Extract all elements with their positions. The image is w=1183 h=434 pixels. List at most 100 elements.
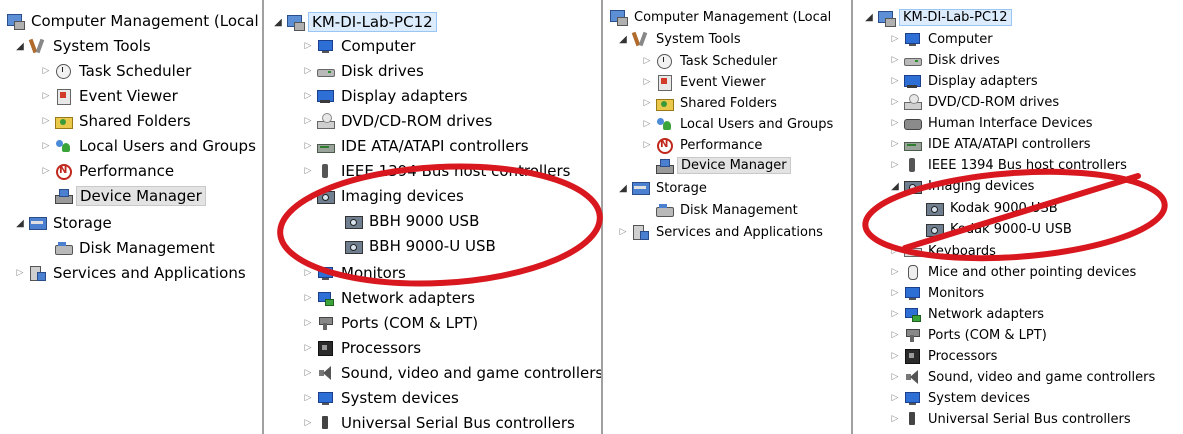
tree-item-shared-folders[interactable]: ▷ Shared Folders bbox=[641, 95, 780, 111]
device-category-mice[interactable]: ▷ Mice and other pointing devices bbox=[889, 264, 1139, 280]
tree-item-device-manager[interactable]: Device Manager bbox=[653, 157, 791, 174]
network-adapter-icon bbox=[903, 306, 921, 322]
device-category-system[interactable]: ▷ System devices bbox=[889, 390, 1033, 406]
device-root[interactable]: ◢ KM-DI-Lab-PC12 bbox=[863, 9, 1012, 27]
device-category-usb[interactable]: ▷ Universal Serial Bus controllers bbox=[302, 414, 578, 432]
tree-item-storage[interactable]: ◢ Storage bbox=[14, 214, 115, 232]
tree-item-shared-folders[interactable]: ▷ Shared Folders bbox=[40, 112, 194, 130]
imaging-device-icon bbox=[344, 213, 363, 229]
computer-management-icon bbox=[6, 13, 25, 30]
collapsed-triangle-icon[interactable]: ▷ bbox=[14, 268, 26, 278]
computer-icon bbox=[316, 38, 334, 54]
tree-root[interactable]: Computer Management (Local bbox=[607, 9, 834, 26]
dvd-drive-icon bbox=[316, 113, 335, 129]
expanded-triangle-icon[interactable]: ◢ bbox=[863, 12, 875, 23]
expanded-triangle-icon[interactable]: ◢ bbox=[14, 41, 26, 52]
device-category-display-adapters[interactable]: ▷ Display adapters bbox=[302, 87, 471, 105]
disk-management-icon bbox=[54, 240, 73, 256]
tree-item-task-scheduler[interactable]: ▷ Task Scheduler bbox=[641, 53, 780, 69]
device-category-display-adapters[interactable]: ▷ Display adapters bbox=[889, 73, 1041, 89]
tree-item-device-manager[interactable]: Device Manager bbox=[52, 186, 206, 206]
device-category-keyboards[interactable]: ▷ Keyboards bbox=[889, 243, 999, 259]
tree-item-storage[interactable]: ◢ Storage bbox=[617, 180, 710, 196]
tree-item-services[interactable]: ▷ Services and Applications bbox=[14, 264, 249, 282]
tree-item-local-users[interactable]: ▷ Local Users and Groups bbox=[40, 137, 259, 155]
tree-item-performance[interactable]: ▷ Performance bbox=[641, 137, 765, 154]
ide-controller-icon bbox=[316, 138, 335, 154]
tree-item-performance[interactable]: ▷ Performance bbox=[40, 162, 177, 180]
device-category-ports[interactable]: ▷ Ports (COM & LPT) bbox=[302, 314, 481, 332]
clock-icon bbox=[54, 63, 72, 79]
tree-item-task-scheduler[interactable]: ▷ Task Scheduler bbox=[40, 62, 194, 80]
device-category-network[interactable]: ▷ Network adapters bbox=[302, 289, 478, 307]
device-category-ieee1394[interactable]: ▷ IEEE 1394 Bus host controllers bbox=[889, 157, 1130, 173]
expanded-triangle-icon[interactable]: ◢ bbox=[617, 183, 629, 194]
device-category-monitors[interactable]: ▷ Monitors bbox=[302, 264, 409, 282]
tools-icon bbox=[631, 31, 649, 47]
processor-icon bbox=[316, 340, 334, 356]
imaging-device-icon bbox=[344, 238, 363, 254]
device-bbh-9000-u-usb[interactable]: BBH 9000-U USB bbox=[342, 237, 499, 255]
tree-item-system-tools[interactable]: ◢ System Tools bbox=[617, 31, 744, 47]
imaging-device-icon bbox=[316, 188, 335, 204]
keyboard-icon bbox=[903, 243, 922, 259]
system-device-icon bbox=[903, 390, 921, 406]
tree-item-services[interactable]: ▷ Services and Applications bbox=[617, 224, 826, 240]
device-category-disk-drives[interactable]: ▷ Disk drives bbox=[302, 62, 427, 80]
expanded-triangle-icon[interactable]: ◢ bbox=[889, 181, 901, 192]
tree-item-local-users[interactable]: ▷ Local Users and Groups bbox=[641, 116, 836, 132]
device-category-dvd[interactable]: ▷ DVD/CD-ROM drives bbox=[302, 112, 495, 130]
collapsed-triangle-icon[interactable]: ▷ bbox=[40, 66, 52, 76]
expanded-triangle-icon[interactable]: ◢ bbox=[302, 191, 314, 202]
collapsed-triangle-icon[interactable]: ▷ bbox=[40, 116, 52, 126]
monitor-icon bbox=[316, 265, 334, 281]
tree-item-event-viewer[interactable]: ▷ Event Viewer bbox=[641, 74, 769, 91]
tree-item-system-tools[interactable]: ◢ System Tools bbox=[14, 37, 154, 55]
tree-root[interactable]: Computer Management (Local bbox=[4, 12, 262, 30]
hid-icon bbox=[903, 115, 922, 131]
expanded-triangle-icon[interactable]: ◢ bbox=[272, 17, 284, 28]
expanded-triangle-icon[interactable]: ◢ bbox=[617, 34, 629, 45]
tree-item-disk-management[interactable]: Disk Management bbox=[52, 239, 218, 257]
device-category-hid[interactable]: ▷ Human Interface Devices bbox=[889, 115, 1096, 131]
device-category-usb[interactable]: ▷ Universal Serial Bus controllers bbox=[889, 411, 1134, 427]
collapsed-triangle-icon[interactable]: ▷ bbox=[40, 141, 52, 151]
expanded-triangle-icon[interactable]: ◢ bbox=[14, 218, 26, 229]
device-category-network[interactable]: ▷ Network adapters bbox=[889, 306, 1047, 322]
device-category-computer[interactable]: ▷ Computer bbox=[302, 37, 419, 55]
device-category-system[interactable]: ▷ System devices bbox=[302, 389, 462, 407]
tree-item-event-viewer[interactable]: ▷ Event Viewer bbox=[40, 87, 181, 105]
device-category-ide[interactable]: ▷ IDE ATA/ATAPI controllers bbox=[302, 137, 532, 155]
computer-icon bbox=[286, 14, 305, 31]
device-kodak-9000-usb[interactable]: Kodak 9000 USB bbox=[923, 200, 1061, 216]
device-category-dvd[interactable]: ▷ DVD/CD-ROM drives bbox=[889, 94, 1062, 110]
device-category-processors[interactable]: ▷ Processors bbox=[889, 348, 1000, 364]
device-category-ieee1394[interactable]: ▷ IEEE 1394 Bus host controllers bbox=[302, 162, 573, 180]
device-bbh-9000-usb[interactable]: BBH 9000 USB bbox=[342, 212, 482, 230]
disk-drive-icon bbox=[903, 52, 922, 68]
collapsed-triangle-icon[interactable]: ▷ bbox=[40, 91, 52, 101]
device-root[interactable]: ◢ KM-DI-Lab-PC12 bbox=[272, 12, 437, 32]
device-kodak-9000-u-usb[interactable]: Kodak 9000-U USB bbox=[923, 221, 1075, 237]
services-icon bbox=[631, 224, 649, 240]
device-category-ports[interactable]: ▷ Ports (COM & LPT) bbox=[889, 327, 1050, 343]
device-category-disk-drives[interactable]: ▷ Disk drives bbox=[889, 52, 1003, 68]
firewire-icon bbox=[316, 163, 334, 179]
device-category-sound[interactable]: ▷ Sound, video and game controllers bbox=[889, 369, 1158, 385]
collapsed-triangle-icon[interactable]: ▷ bbox=[40, 166, 52, 176]
device-category-ide[interactable]: ▷ IDE ATA/ATAPI controllers bbox=[889, 136, 1094, 152]
device-category-sound[interactable]: ▷ Sound, video and game controllers bbox=[302, 364, 601, 382]
device-category-processors[interactable]: ▷ Processors bbox=[302, 339, 424, 357]
processor-icon bbox=[903, 348, 921, 364]
usb-icon bbox=[316, 415, 334, 431]
storage-icon bbox=[28, 215, 47, 231]
device-category-imaging[interactable]: ◢ Imaging devices bbox=[302, 187, 467, 205]
device-category-monitors[interactable]: ▷ Monitors bbox=[889, 285, 987, 301]
imaging-device-icon bbox=[925, 221, 944, 237]
device-category-imaging[interactable]: ◢ Imaging devices bbox=[889, 178, 1037, 194]
device-category-computer[interactable]: ▷ Computer bbox=[889, 31, 996, 47]
tree-item-disk-management[interactable]: Disk Management bbox=[653, 202, 801, 218]
event-log-icon bbox=[655, 74, 673, 91]
monitor-icon bbox=[903, 285, 921, 301]
users-icon bbox=[655, 116, 673, 132]
